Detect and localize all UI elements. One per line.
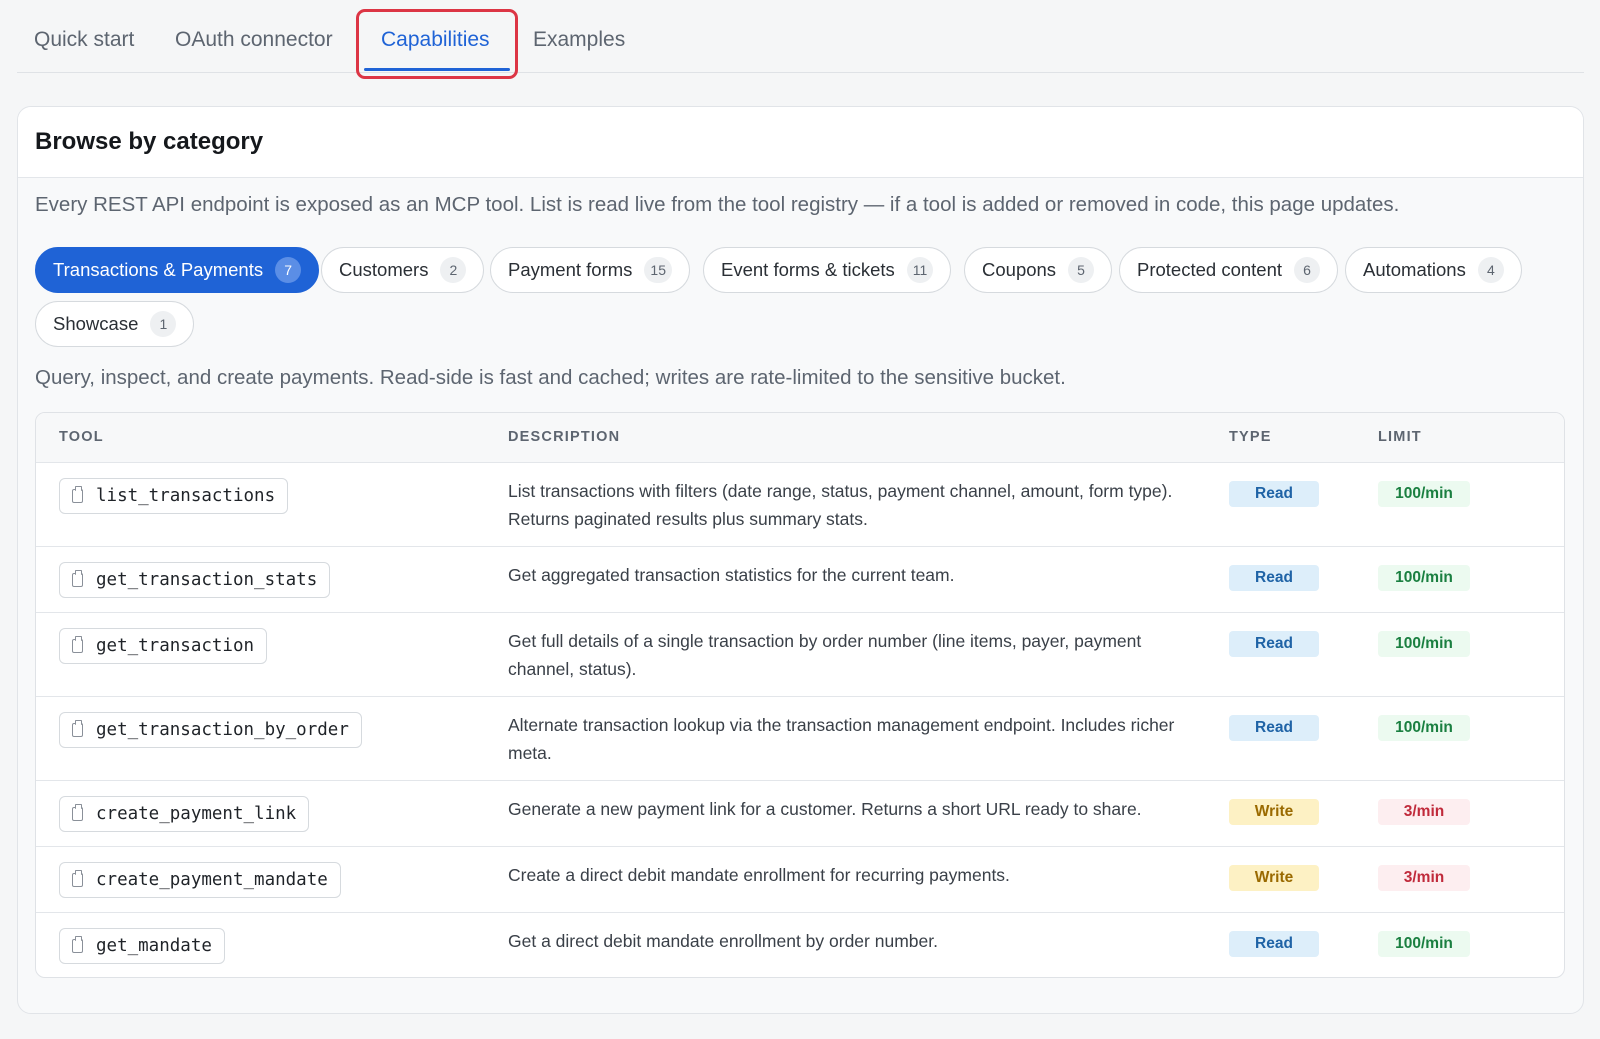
- card-header: Browse by category: [18, 107, 1583, 178]
- pill-label: Protected content: [1137, 259, 1283, 280]
- table-row: get_mandate Get a direct debit mandate e…: [36, 913, 1564, 977]
- table-row: get_transaction_stats Get aggregated tra…: [36, 547, 1564, 613]
- tab-quick-start[interactable]: Quick start: [34, 28, 134, 52]
- pill-count: 7: [275, 257, 302, 283]
- type-badge: Read: [1229, 931, 1319, 957]
- limit-badge: 100/min: [1378, 481, 1470, 507]
- pill-count: 4: [1477, 257, 1504, 283]
- card-title: Browse by category: [35, 128, 264, 155]
- browse-card: Browse by category Every REST API endpoi…: [17, 106, 1584, 1014]
- pill-count: 15: [644, 257, 672, 283]
- pill-showcase[interactable]: Showcase 1: [35, 301, 195, 347]
- column-header-tool: TOOL: [59, 429, 104, 445]
- tool-description: Get aggregated transaction statistics fo…: [508, 565, 955, 585]
- pill-protected-content[interactable]: Protected content 6: [1119, 247, 1339, 293]
- tool-name: create_payment_mandate: [96, 870, 328, 890]
- tool-copy-chip[interactable]: get_mandate: [59, 928, 225, 964]
- clipboard-icon: [72, 804, 83, 821]
- tool-copy-chip[interactable]: list_transactions: [59, 478, 289, 514]
- clipboard-icon: [72, 936, 83, 953]
- pill-event-forms-tickets[interactable]: Event forms & tickets 11: [703, 247, 952, 293]
- tool-description: Create a direct debit mandate enrollment…: [508, 865, 1010, 885]
- table-row: list_transactions List transactions with…: [36, 463, 1564, 547]
- limit-badge: 3/min: [1378, 865, 1470, 891]
- type-badge: Read: [1229, 481, 1319, 507]
- pill-payment-forms[interactable]: Payment forms 15: [490, 247, 690, 293]
- tools-table: TOOL DESCRIPTION TYPE LIMIT list_transac…: [35, 412, 1565, 978]
- tool-copy-chip[interactable]: create_payment_mandate: [59, 862, 341, 898]
- tool-copy-chip[interactable]: get_transaction_stats: [59, 562, 331, 598]
- tab-highlight-box: [356, 9, 518, 79]
- tool-name: create_payment_link: [96, 804, 297, 824]
- pill-automations[interactable]: Automations 4: [1345, 247, 1522, 293]
- table-row: create_payment_mandate Create a direct d…: [36, 847, 1564, 913]
- tool-name: get_transaction_stats: [96, 570, 318, 590]
- tool-copy-chip[interactable]: get_transaction_by_order: [59, 712, 362, 748]
- tool-description: Get a direct debit mandate enrollment by…: [508, 931, 938, 951]
- clipboard-icon: [72, 486, 83, 503]
- tab-examples[interactable]: Examples: [533, 28, 625, 52]
- pill-coupons[interactable]: Coupons 5: [964, 247, 1113, 293]
- type-badge: Write: [1229, 799, 1319, 825]
- tool-copy-chip[interactable]: create_payment_link: [59, 796, 310, 832]
- pill-count: 11: [906, 257, 934, 283]
- tab-bar: Quick start OAuth connector Capabilities…: [17, 0, 1584, 73]
- limit-badge: 100/min: [1378, 631, 1470, 657]
- pill-label: Transactions & Payments: [53, 259, 264, 280]
- tool-description: Alternate transaction lookup via the tra…: [508, 715, 1175, 763]
- tool-description: Generate a new payment link for a custom…: [508, 799, 1142, 819]
- limit-badge: 100/min: [1378, 931, 1470, 957]
- tool-name: get_transaction: [96, 636, 255, 656]
- pill-customers[interactable]: Customers 2: [321, 247, 485, 293]
- table-row: get_transaction_by_order Alternate trans…: [36, 697, 1564, 781]
- category-description: Query, inspect, and create payments. Rea…: [35, 366, 1066, 389]
- pill-transactions-payments[interactable]: Transactions & Payments 7: [35, 247, 320, 293]
- pill-label: Coupons: [982, 259, 1057, 280]
- limit-badge: 100/min: [1378, 715, 1470, 741]
- pill-count: 1: [150, 311, 177, 337]
- type-badge: Read: [1229, 715, 1319, 741]
- column-header-type: TYPE: [1229, 429, 1272, 445]
- tool-copy-chip[interactable]: get_transaction: [59, 628, 268, 664]
- intro-text: Every REST API endpoint is exposed as an…: [35, 193, 1400, 216]
- pill-label: Payment forms: [508, 259, 633, 280]
- clipboard-icon: [72, 636, 83, 653]
- type-badge: Read: [1229, 631, 1319, 657]
- pill-count: 6: [1294, 257, 1321, 283]
- clipboard-icon: [72, 870, 83, 887]
- limit-badge: 100/min: [1378, 565, 1470, 591]
- pill-label: Showcase: [53, 313, 139, 334]
- tab-oauth-connector[interactable]: OAuth connector: [175, 28, 333, 52]
- tool-name: list_transactions: [96, 486, 276, 506]
- tool-name: get_transaction_by_order: [96, 720, 349, 740]
- limit-badge: 3/min: [1378, 799, 1470, 825]
- table-header: TOOL DESCRIPTION TYPE LIMIT: [36, 413, 1564, 463]
- pill-count: 5: [1068, 257, 1095, 283]
- pill-label: Event forms & tickets: [721, 259, 895, 280]
- clipboard-icon: [72, 570, 83, 587]
- tool-description: List transactions with filters (date ran…: [508, 481, 1173, 529]
- table-row: create_payment_link Generate a new payme…: [36, 781, 1564, 847]
- pill-label: Customers: [339, 259, 429, 280]
- type-badge: Write: [1229, 865, 1319, 891]
- tool-description: Get full details of a single transaction…: [508, 631, 1142, 679]
- column-header-description: DESCRIPTION: [508, 429, 621, 445]
- clipboard-icon: [72, 720, 83, 737]
- pill-count: 2: [440, 257, 467, 283]
- table-row: get_transaction Get full details of a si…: [36, 613, 1564, 697]
- pill-label: Automations: [1363, 259, 1466, 280]
- type-badge: Read: [1229, 565, 1319, 591]
- tool-name: get_mandate: [96, 936, 212, 956]
- column-header-limit: LIMIT: [1378, 429, 1422, 445]
